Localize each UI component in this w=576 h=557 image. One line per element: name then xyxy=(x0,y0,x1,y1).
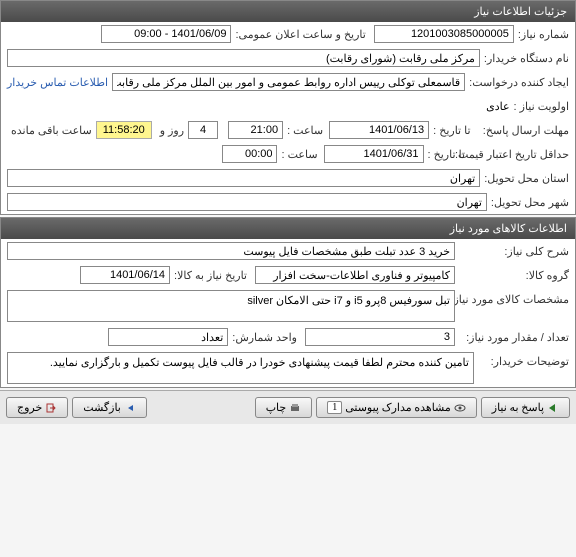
buyer-org-input[interactable] xyxy=(7,49,480,67)
announce-input[interactable] xyxy=(101,25,231,43)
to-date-label2: تا تاریخ : xyxy=(428,148,465,161)
exit-label: خروج xyxy=(17,401,42,414)
time-label1: ساعت : xyxy=(287,124,323,137)
delivery-province-label: استان محل تحویل: xyxy=(484,172,569,185)
printer-icon xyxy=(289,402,301,414)
specs-label: مشخصات کالای مورد نیاز: xyxy=(459,290,569,306)
attachments-button[interactable]: مشاهده مدارک پیوستی 1 xyxy=(316,397,477,418)
goods-group-label: گروه کالا: xyxy=(459,269,569,282)
arrow-icon xyxy=(547,402,559,414)
price-time-input[interactable] xyxy=(222,145,277,163)
creator-label: ایجاد کننده درخواست: xyxy=(469,76,569,89)
delivery-city-label: شهر محل تحویل: xyxy=(491,196,569,209)
print-label: چاپ xyxy=(266,401,287,414)
announce-label: تاریخ و ساعت اعلان عمومی: xyxy=(235,28,365,41)
qty-label: تعداد / مقدار مورد نیاز: xyxy=(459,331,569,344)
attachments-count-badge: 1 xyxy=(327,401,342,414)
days-label: روز و xyxy=(160,124,184,137)
deadline-date-input[interactable] xyxy=(329,121,429,139)
delivery-city-input[interactable] xyxy=(7,193,487,211)
panel1-header: جزئیات اطلاعات نیاز xyxy=(1,1,575,22)
price-date-input[interactable] xyxy=(324,145,424,163)
countdown-timer: 11:58:20 xyxy=(96,121,152,139)
remaining-label: ساعت باقی مانده xyxy=(11,124,92,137)
priority-label: اولویت نیاز : xyxy=(514,100,569,113)
deadline-time-input[interactable] xyxy=(228,121,283,139)
back-arrow-icon xyxy=(124,402,136,414)
priority-value: عادی xyxy=(486,100,509,113)
need-date-label: تاریخ نیاز به کالا: xyxy=(174,269,247,282)
time-label2: ساعت : xyxy=(281,148,317,161)
specs-textarea[interactable] xyxy=(7,290,455,322)
panel2-header: اطلاعات کالاهای مورد نیاز xyxy=(1,218,575,239)
to-date-label: تا تاریخ : xyxy=(433,124,470,137)
footer-toolbar: پاسخ به نیاز مشاهده مدارک پیوستی 1 چاپ ب… xyxy=(0,390,576,424)
eye-icon xyxy=(454,402,466,414)
creator-input[interactable] xyxy=(112,73,465,91)
general-desc-label: شرح کلی نیاز: xyxy=(459,245,569,258)
unit-label: واحد شمارش: xyxy=(232,331,297,344)
attachments-label: مشاهده مدارک پیوستی xyxy=(345,401,451,414)
need-number-input[interactable] xyxy=(374,25,514,43)
qty-input[interactable] xyxy=(305,328,455,346)
print-button[interactable]: چاپ xyxy=(255,397,313,418)
need-details-panel: جزئیات اطلاعات نیاز شماره نیاز: تاریخ و … xyxy=(0,0,576,215)
reply-label: پاسخ به نیاز xyxy=(492,401,544,414)
back-label: بازگشت xyxy=(83,401,121,414)
buyer-notes-label: توضیحات خریدار: xyxy=(478,352,569,368)
need-number-label: شماره نیاز: xyxy=(518,28,569,41)
days-count xyxy=(188,121,218,139)
goods-info-panel: اطلاعات کالاهای مورد نیاز شرح کلی نیاز: … xyxy=(0,217,576,388)
general-desc-input[interactable] xyxy=(7,242,455,260)
back-button[interactable]: بازگشت xyxy=(72,397,147,418)
goods-group-input[interactable] xyxy=(255,266,455,284)
buyer-org-label: نام دستگاه خریدار: xyxy=(484,52,569,65)
deadline-label: مهلت ارسال پاسخ: xyxy=(475,124,569,137)
delivery-province-input[interactable] xyxy=(7,169,480,187)
exit-button[interactable]: خروج xyxy=(6,397,68,418)
reply-button[interactable]: پاسخ به نیاز xyxy=(481,397,570,418)
buyer-notes-textarea[interactable] xyxy=(7,352,474,384)
unit-input[interactable] xyxy=(108,328,228,346)
price-validity-label: حداقل تاریخ اعتبار قیمت: xyxy=(469,148,569,161)
need-date-input[interactable] xyxy=(80,266,170,284)
contact-link[interactable]: اطلاعات تماس خریدار xyxy=(7,76,108,89)
exit-icon xyxy=(45,402,57,414)
